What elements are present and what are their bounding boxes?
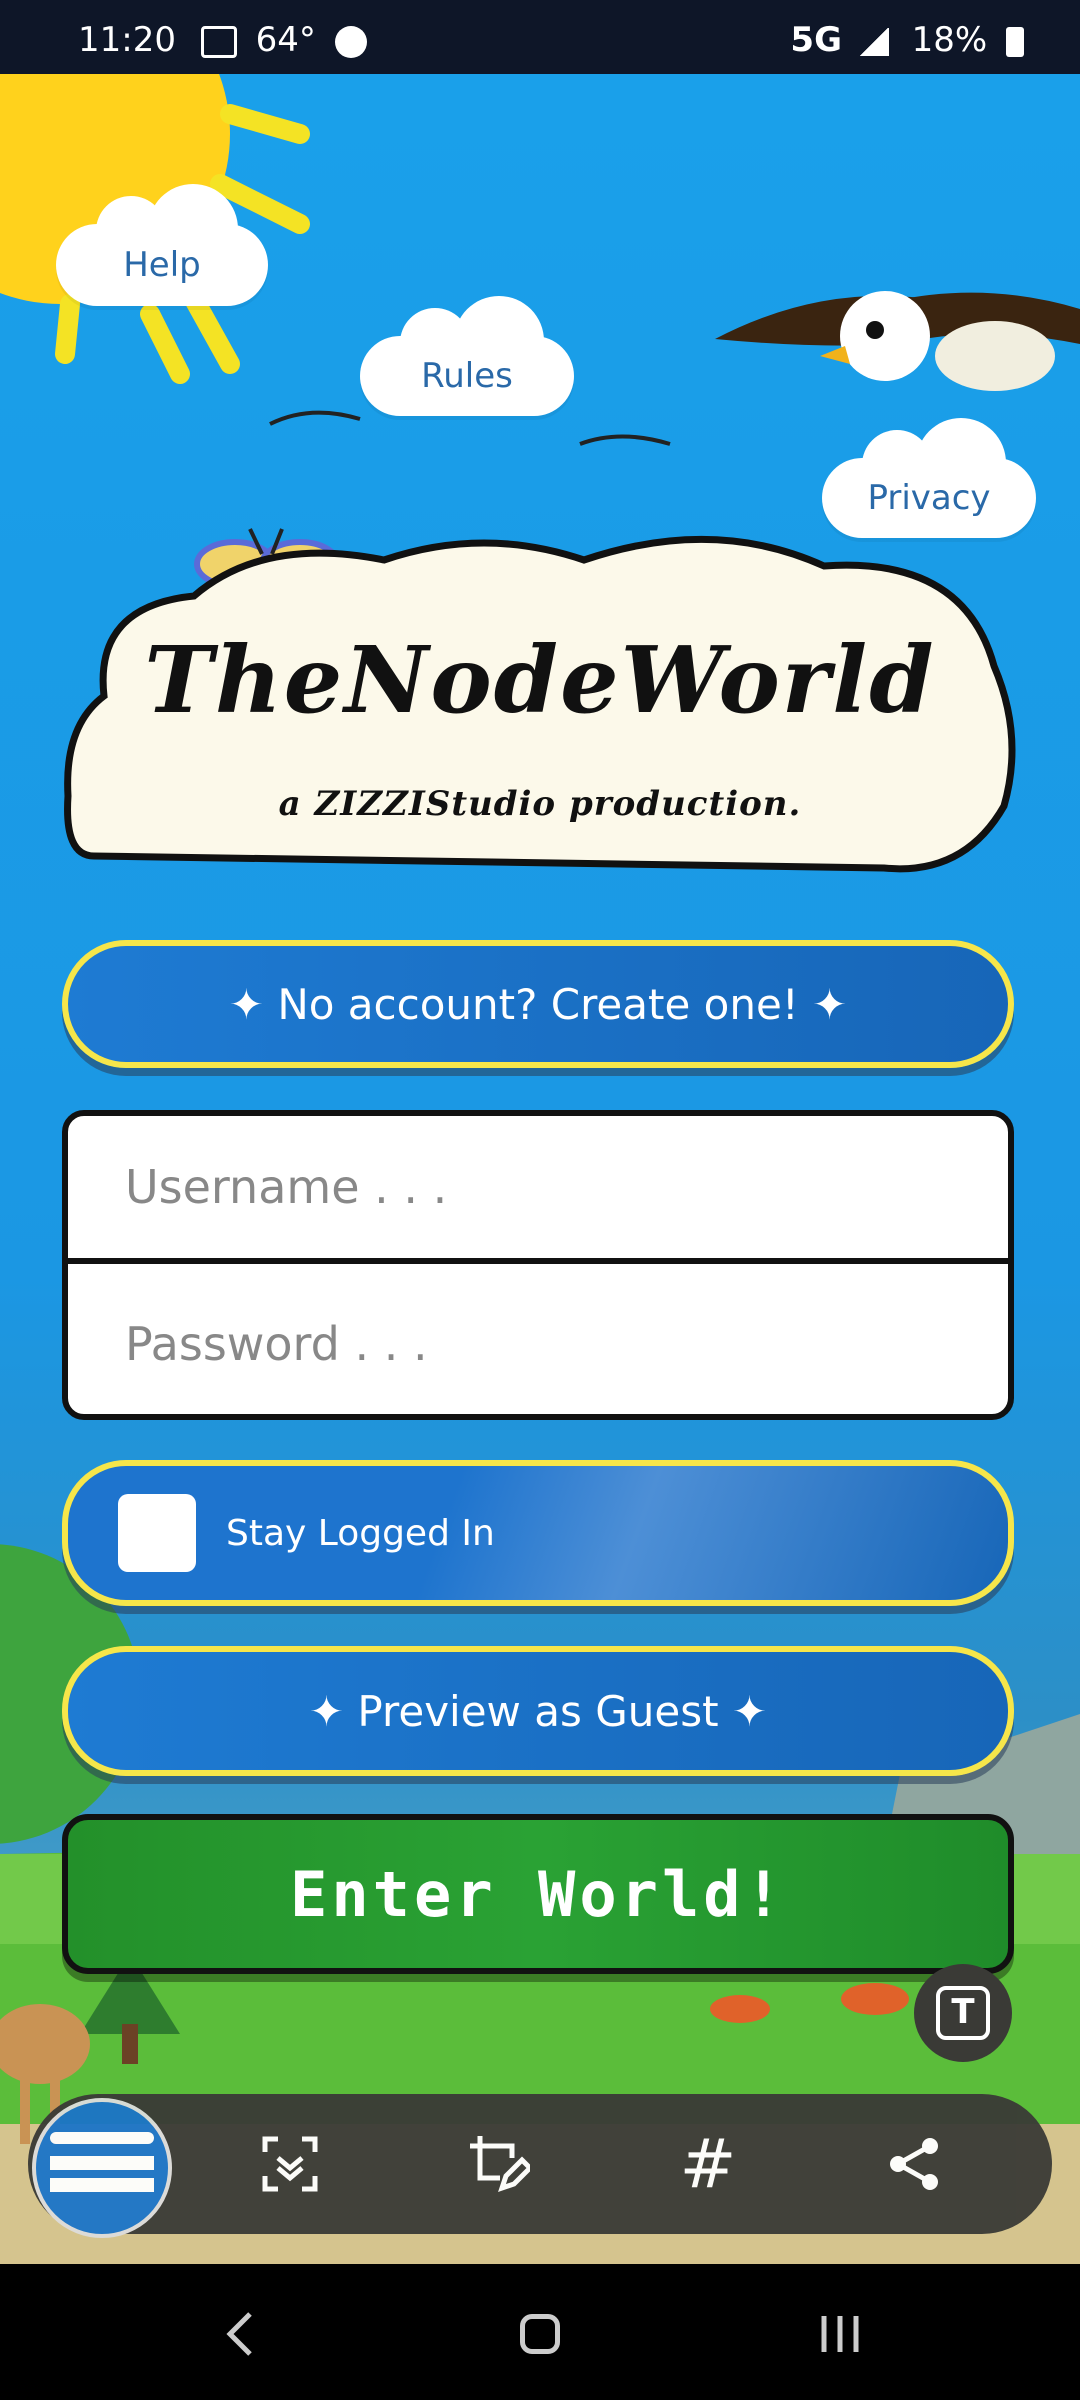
stay-logged-in-checkbox[interactable] <box>118 1494 196 1572</box>
status-right: 5G 18% <box>790 20 1024 60</box>
back-icon <box>226 2312 252 2356</box>
username-input[interactable] <box>123 1159 927 1215</box>
enter-world-label: Enter World! <box>290 1857 786 1931</box>
screenshot-toolbar: # <box>28 2094 1052 2238</box>
system-nav-bar <box>0 2264 1080 2400</box>
login-form <box>62 1110 1014 1420</box>
title-banner: TheNodeWorld a ZIZZIStudio production. <box>64 476 1016 880</box>
status-time: 11:20 <box>78 20 176 60</box>
home-icon <box>520 2314 560 2354</box>
help-cloud-link[interactable]: Help <box>56 184 268 306</box>
create-account-button[interactable]: ✦ No account? Create one! ✦ <box>62 940 1014 1068</box>
rules-label: Rules <box>421 356 513 396</box>
rules-cloud-link[interactable]: Rules <box>360 296 574 416</box>
status-bar: 11:20 64° 5G 18% <box>0 0 1080 74</box>
share-icon[interactable] <box>874 2124 954 2204</box>
app-subtitle: a ZIZZIStudio production. <box>278 784 802 824</box>
help-label: Help <box>123 245 201 285</box>
recents-button[interactable] <box>810 2304 870 2364</box>
scan-icon[interactable] <box>250 2124 330 2204</box>
preview-guest-button[interactable]: ✦ Preview as Guest ✦ <box>62 1646 1014 1776</box>
preview-guest-label: ✦ Preview as Guest ✦ <box>308 1686 768 1736</box>
hashtag-icon[interactable]: # <box>668 2124 748 2204</box>
gallery-icon <box>200 25 237 58</box>
stay-logged-in-toggle[interactable]: Stay Logged In <box>62 1460 1014 1606</box>
signal-icon <box>858 27 889 56</box>
enter-world-button[interactable]: Enter World! <box>62 1814 1014 1974</box>
home-button[interactable] <box>510 2304 570 2364</box>
stay-logged-in-label: Stay Logged In <box>226 1512 495 1554</box>
text-select-icon: T <box>936 1986 990 2040</box>
privacy-label: Privacy <box>867 478 991 518</box>
crop-edit-icon[interactable] <box>458 2124 538 2204</box>
screenshot-thumbnail[interactable] <box>32 2098 172 2238</box>
status-left: 11:20 64° <box>78 20 367 60</box>
app-title: TheNodeWorld <box>144 626 936 734</box>
status-temp: 64° <box>255 20 316 60</box>
password-input[interactable] <box>123 1316 927 1372</box>
back-button[interactable] <box>210 2304 270 2364</box>
recents-icon <box>821 2316 859 2352</box>
password-row <box>68 1270 1008 1414</box>
eagle-icon <box>715 291 1080 391</box>
battery-icon <box>1006 26 1024 57</box>
link-icon <box>334 25 367 58</box>
text-extract-button[interactable]: T <box>914 1964 1012 2062</box>
battery-label: 18% <box>911 20 988 60</box>
network-label: 5G <box>790 20 842 60</box>
username-row <box>68 1116 1008 1264</box>
create-account-label: ✦ No account? Create one! ✦ <box>228 979 848 1029</box>
